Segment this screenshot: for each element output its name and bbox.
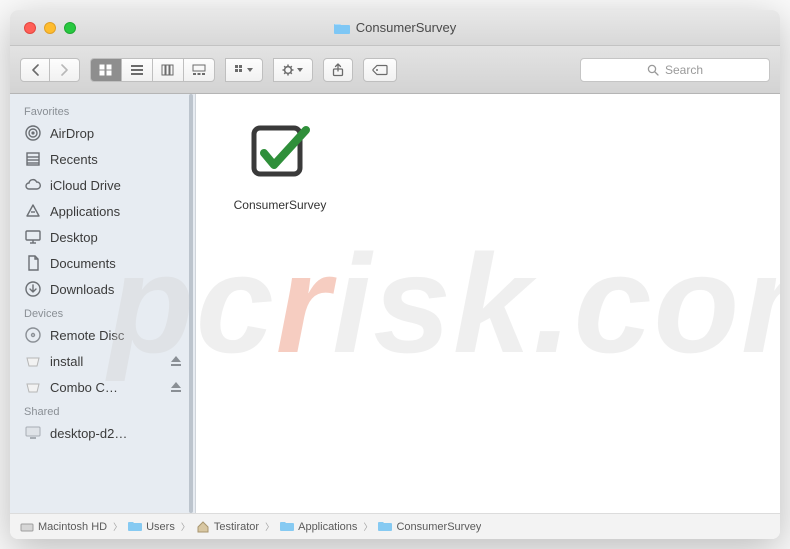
sidebar-item-combo[interactable]: Combo C… xyxy=(10,374,195,400)
sidebar-item-label: AirDrop xyxy=(50,126,183,141)
sidebar-item-recents[interactable]: Recents xyxy=(10,146,195,172)
file-label: ConsumerSurvey xyxy=(234,198,327,212)
sidebar-item-label: Documents xyxy=(50,256,183,271)
traffic-lights xyxy=(24,22,76,34)
tags-button[interactable] xyxy=(363,58,397,82)
chevron-right-icon: 〉 xyxy=(113,520,122,533)
share-button[interactable] xyxy=(323,58,353,82)
sidebar[interactable]: Favorites AirDrop Recents iCloud Drive A… xyxy=(10,94,196,513)
close-button[interactable] xyxy=(24,22,36,34)
sidebar-item-label: Applications xyxy=(50,204,183,219)
sidebar-item-label: Remote Disc xyxy=(50,328,183,343)
arrange-group xyxy=(225,58,263,82)
crumb-label: ConsumerSurvey xyxy=(396,521,481,533)
search-icon xyxy=(647,64,659,76)
path-crumb[interactable]: Testirator xyxy=(196,521,259,533)
view-gallery-button[interactable] xyxy=(184,58,215,82)
section-header-favorites: Favorites xyxy=(10,100,195,120)
volume-icon xyxy=(24,352,42,370)
sidebar-item-applications[interactable]: Applications xyxy=(10,198,195,224)
downloads-icon xyxy=(24,280,42,298)
sidebar-item-label: Recents xyxy=(50,152,183,167)
desktop-icon xyxy=(24,228,42,246)
sidebar-item-label: iCloud Drive xyxy=(50,178,183,193)
chevron-right-icon: 〉 xyxy=(265,520,274,533)
zoom-button[interactable] xyxy=(64,22,76,34)
sidebar-item-label: install xyxy=(50,354,161,369)
section-header-devices: Devices xyxy=(10,302,195,322)
sidebar-item-documents[interactable]: Documents xyxy=(10,250,195,276)
folder-icon xyxy=(128,521,142,532)
recents-icon xyxy=(24,150,42,168)
sidebar-item-label: desktop-d2… xyxy=(50,426,183,441)
sidebar-item-label: Combo C… xyxy=(50,380,161,395)
titlebar: ConsumerSurvey xyxy=(10,10,780,46)
sidebar-item-remotedisc[interactable]: Remote Disc xyxy=(10,322,195,348)
sidebar-item-downloads[interactable]: Downloads xyxy=(10,276,195,302)
arrange-button[interactable] xyxy=(225,58,263,82)
folder-icon xyxy=(334,22,350,34)
view-list-button[interactable] xyxy=(122,58,153,82)
body: Favorites AirDrop Recents iCloud Drive A… xyxy=(10,94,780,513)
content-area[interactable]: ConsumerSurvey pcrisk.com xyxy=(196,94,780,513)
view-column-button[interactable] xyxy=(153,58,184,82)
eject-icon[interactable] xyxy=(169,354,183,368)
disc-icon xyxy=(24,326,42,344)
view-switch xyxy=(90,58,215,82)
path-crumb[interactable]: Users xyxy=(128,521,175,533)
window-title: ConsumerSurvey xyxy=(10,20,780,35)
path-bar: Macintosh HD 〉 Users 〉 Testirator 〉 Appl… xyxy=(10,513,780,539)
forward-button[interactable] xyxy=(50,58,80,82)
airdrop-icon xyxy=(24,124,42,142)
folder-icon xyxy=(378,521,392,532)
search-placeholder: Search xyxy=(665,63,703,77)
chevron-right-icon: 〉 xyxy=(181,520,190,533)
hdd-icon xyxy=(20,521,34,533)
toolbar: Search xyxy=(10,46,780,94)
minimize-button[interactable] xyxy=(44,22,56,34)
finder-window: ConsumerSurvey xyxy=(10,10,780,539)
sidebar-item-install[interactable]: install xyxy=(10,348,195,374)
nav-buttons xyxy=(20,58,80,82)
app-icon xyxy=(240,112,320,192)
path-crumb[interactable]: Macintosh HD xyxy=(20,521,107,533)
back-button[interactable] xyxy=(20,58,50,82)
chevron-right-icon: 〉 xyxy=(363,520,372,533)
applications-icon xyxy=(24,202,42,220)
action-button[interactable] xyxy=(273,58,313,82)
action-group xyxy=(273,58,313,82)
sidebar-item-icloud[interactable]: iCloud Drive xyxy=(10,172,195,198)
volume-icon xyxy=(24,378,42,396)
eject-icon[interactable] xyxy=(169,380,183,394)
search-input[interactable]: Search xyxy=(580,58,770,82)
crumb-label: Applications xyxy=(298,521,357,533)
sidebar-item-airdrop[interactable]: AirDrop xyxy=(10,120,195,146)
window-title-text: ConsumerSurvey xyxy=(356,20,456,35)
folder-icon xyxy=(280,521,294,532)
file-item[interactable]: ConsumerSurvey xyxy=(222,112,338,212)
section-header-shared: Shared xyxy=(10,400,195,420)
pc-icon xyxy=(24,424,42,442)
path-crumb[interactable]: ConsumerSurvey xyxy=(378,521,481,533)
crumb-label: Macintosh HD xyxy=(38,521,107,533)
documents-icon xyxy=(24,254,42,272)
cloud-icon xyxy=(24,176,42,194)
path-crumb[interactable]: Applications xyxy=(280,521,357,533)
sidebar-item-desktop[interactable]: Desktop xyxy=(10,224,195,250)
sidebar-item-label: Downloads xyxy=(50,282,183,297)
crumb-label: Testirator xyxy=(214,521,259,533)
view-icon-button[interactable] xyxy=(90,58,122,82)
home-icon xyxy=(196,521,210,533)
sidebar-item-label: Desktop xyxy=(50,230,183,245)
sidebar-item-shared-pc[interactable]: desktop-d2… xyxy=(10,420,195,446)
crumb-label: Users xyxy=(146,521,175,533)
